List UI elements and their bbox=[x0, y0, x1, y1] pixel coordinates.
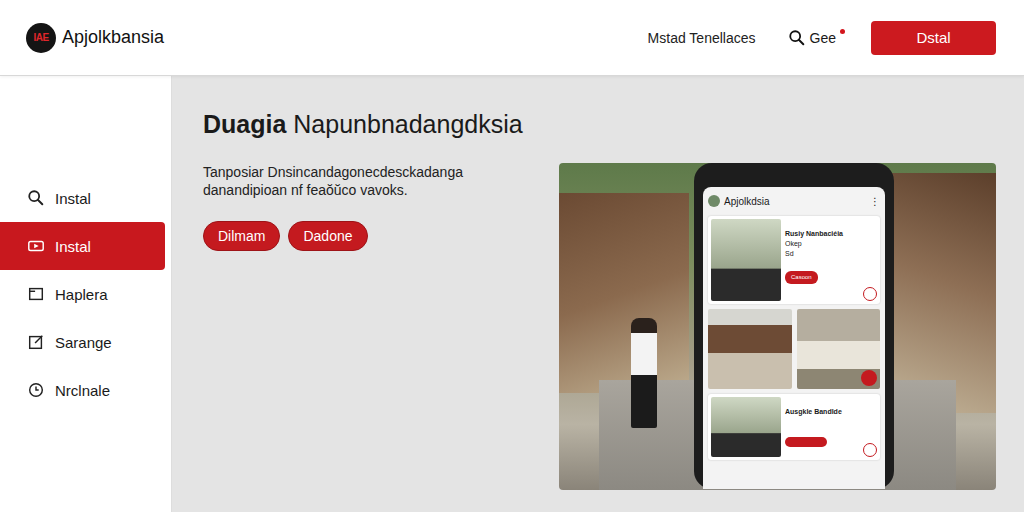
notification-dot bbox=[840, 29, 845, 34]
card-line: Sd bbox=[785, 249, 859, 258]
tile-photo[interactable] bbox=[797, 309, 881, 389]
sidebar-box-icon bbox=[27, 285, 45, 303]
app-avatar-icon bbox=[708, 195, 720, 207]
card-button[interactable]: Casoon bbox=[785, 271, 818, 284]
card-action-icon[interactable] bbox=[863, 287, 877, 301]
sidebar-label: Nrclnale bbox=[55, 382, 110, 399]
page-title: Duagia Napunbnadangdksia bbox=[203, 110, 996, 139]
menu-icon[interactable]: ⋮ bbox=[870, 196, 880, 207]
search-label: Gee bbox=[810, 30, 836, 46]
hero-row: Tanposiar Dnsincandagonecdesckadanga dan… bbox=[203, 163, 996, 490]
card-photo bbox=[711, 219, 781, 301]
logo-icon[interactable]: IAE bbox=[26, 23, 56, 53]
sidebar-edit-icon bbox=[27, 333, 45, 351]
sidebar-label: Instal bbox=[55, 190, 91, 207]
hero-text: Tanposiar Dnsincandagonecdesckadanga dan… bbox=[203, 163, 539, 490]
card-text: Ausgkle Bandlde bbox=[785, 397, 859, 457]
building bbox=[886, 173, 996, 413]
hero-button[interactable]: Dilmam bbox=[203, 221, 280, 251]
title-rest: Napunbnadangdksia bbox=[293, 110, 522, 138]
nav-link[interactable]: Mstad Tenellaces bbox=[648, 30, 756, 46]
hero-button[interactable]: Dadone bbox=[288, 221, 367, 251]
sidebar-item[interactable]: Nrclnale bbox=[0, 366, 165, 414]
tile-photo[interactable] bbox=[708, 309, 792, 389]
app-title: Apjolkdsia bbox=[724, 196, 770, 207]
header-button[interactable]: Dstal bbox=[871, 21, 996, 55]
app-bar: Apjolkdsia ⋮ bbox=[708, 191, 880, 211]
card-title: Ausgkle Bandlde bbox=[785, 407, 859, 416]
card-photo bbox=[711, 397, 781, 457]
person bbox=[631, 318, 657, 428]
sidebar-item[interactable]: Sarange bbox=[0, 318, 165, 366]
building bbox=[559, 193, 689, 393]
card-line: Okep bbox=[785, 239, 859, 248]
card-button[interactable] bbox=[785, 437, 827, 447]
sidebar-label: Instal bbox=[55, 238, 91, 255]
sidebar-item[interactable]: Haplera bbox=[0, 270, 165, 318]
feed-card[interactable]: Rusiy NanbaciéiaOkepSd Casoon bbox=[708, 216, 880, 304]
card-text: Rusiy NanbaciéiaOkepSd Casoon bbox=[785, 219, 859, 301]
hero-description: Tanposiar Dnsincandagonecdesckadanga dan… bbox=[203, 163, 539, 199]
title-bold: Duagia bbox=[203, 110, 286, 138]
sidebar-label: Haplera bbox=[55, 286, 108, 303]
top-bar: IAE Apjolkbansia Mstad Tenellaces Gee Dstal bbox=[0, 0, 1024, 76]
feed-card[interactable]: Ausgkle Bandlde bbox=[708, 394, 880, 460]
content-area: Instal Instal Haplera Sarange Nrclnale Duagia… bbox=[0, 76, 1024, 512]
sidebar-clock-icon bbox=[27, 381, 45, 399]
card-title: Rusiy Nanbaciéia bbox=[785, 229, 859, 238]
sidebar-item[interactable]: Instal bbox=[0, 174, 165, 222]
search-icon bbox=[788, 29, 806, 47]
search-button[interactable]: Gee bbox=[788, 29, 845, 47]
sidebar-play-icon bbox=[27, 237, 45, 255]
tile-row bbox=[708, 309, 880, 389]
hero-photo: Apjolkdsia ⋮ Rusiy NanbaciéiaOkepSd Casoon A… bbox=[559, 163, 996, 490]
sidebar-label: Sarange bbox=[55, 334, 112, 351]
brand-name[interactable]: Apjolkbansia bbox=[62, 27, 164, 48]
sidebar: Instal Instal Haplera Sarange Nrclnale bbox=[0, 76, 172, 512]
phone-mockup: Apjolkdsia ⋮ Rusiy NanbaciéiaOkepSd Casoon A… bbox=[694, 163, 894, 489]
card-action-icon[interactable] bbox=[863, 443, 877, 457]
sidebar-item[interactable]: Instal bbox=[0, 222, 165, 270]
tile-action-icon[interactable] bbox=[861, 370, 877, 386]
hero-buttons: Dilmam Dadone bbox=[203, 221, 539, 251]
sidebar-search-icon bbox=[27, 189, 45, 207]
main-panel: Duagia Napunbnadangdksia Tanposiar Dnsinc… bbox=[172, 76, 1024, 512]
phone-screen: Apjolkdsia ⋮ Rusiy NanbaciéiaOkepSd Casoon A… bbox=[703, 187, 885, 489]
